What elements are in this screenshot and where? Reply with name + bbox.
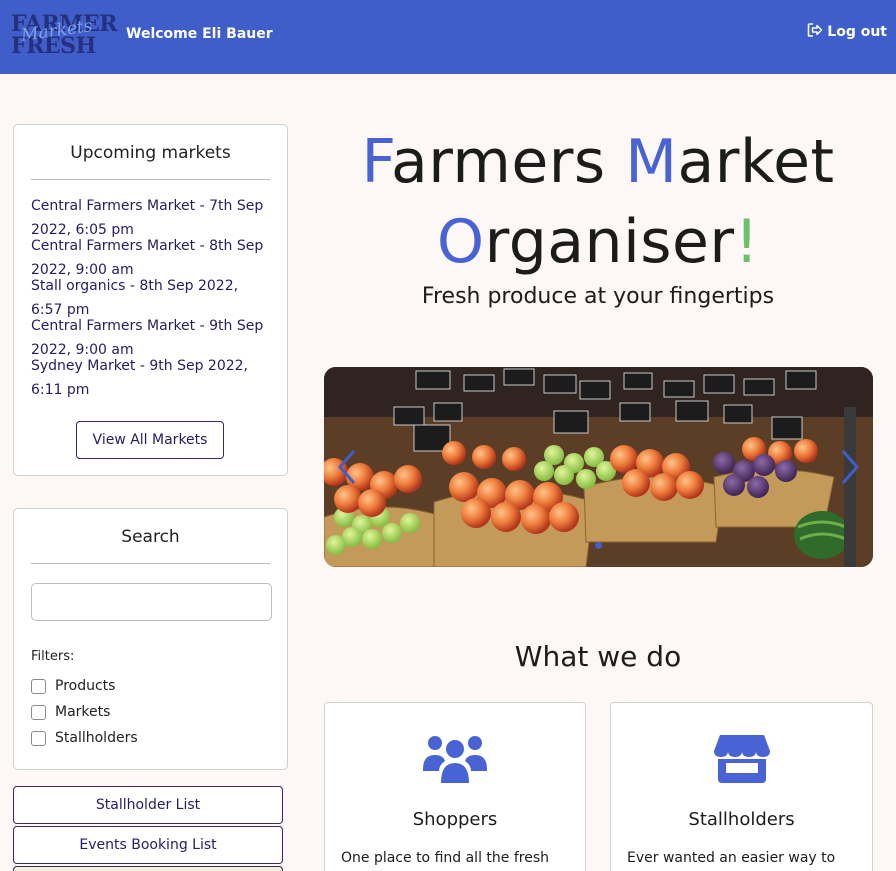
logout-button[interactable]: Log out — [807, 22, 887, 42]
top-navbar: FARMER FRESH Markets Welcome Eli Bauer L… — [0, 0, 896, 74]
search-card: Search Filters: Products Markets Stallho… — [13, 508, 288, 770]
market-link[interactable]: Sydney Market - 9th Sep 2022, 6:11 pm — [31, 354, 270, 398]
hero-text-armers: armers — [391, 127, 626, 197]
hero-text-rganiser: rganiser — [484, 207, 735, 277]
filter-checkbox[interactable] — [31, 704, 46, 720]
upcoming-markets-card: Upcoming markets Central Farmers Market … — [13, 124, 288, 476]
next-sidebar-button[interactable] — [13, 866, 283, 871]
view-all-markets-button[interactable]: View All Markets — [76, 421, 224, 459]
upcoming-markets-title: Upcoming markets — [70, 143, 231, 163]
stallholders-title: Stallholders — [688, 809, 795, 830]
logout-label: Log out — [827, 24, 887, 40]
stallholders-text: Ever wanted an easier way to — [627, 850, 836, 866]
shoppers-card: Shoppers One place to find all the fresh — [324, 702, 586, 871]
sign-out-icon — [807, 22, 823, 42]
produce-carousel[interactable] — [324, 367, 873, 567]
shoppers-title: Shoppers — [412, 809, 498, 830]
carousel-prev-button[interactable] — [332, 447, 362, 487]
farmer-markets-fresh-logo[interactable]: FARMER FRESH Markets — [11, 11, 118, 59]
hero-letter-m: M — [625, 127, 678, 197]
market-link[interactable]: Stall organics - 8th Sep 2022, 6:57 pm — [31, 274, 270, 318]
welcome-text: Welcome Eli Bauer — [126, 26, 273, 42]
filters-label: Filters: — [31, 649, 75, 664]
events-booking-list-button[interactable]: Events Booking List — [13, 826, 283, 864]
hero-exclamation: ! — [734, 207, 760, 277]
market-link[interactable]: Central Farmers Market - 9th Sep 2022, 9… — [31, 314, 270, 358]
what-we-do-title: What we do — [514, 640, 682, 673]
store-icon — [713, 733, 770, 789]
carousel-next-button[interactable] — [835, 447, 865, 487]
hero-text-arket: arket — [677, 127, 835, 197]
chevron-right-icon — [841, 450, 859, 484]
search-input[interactable] — [31, 583, 272, 621]
hero-title: Farmers Market Organiser! — [320, 122, 876, 282]
produce-market-image — [324, 367, 873, 567]
filter-stallholders[interactable]: Stallholders — [31, 730, 138, 746]
upcoming-markets-list: Central Farmers Market - 7th Sep 2022, 6… — [14, 180, 287, 398]
carousel-dot[interactable] — [595, 542, 602, 549]
filter-products[interactable]: Products — [31, 678, 115, 694]
chevron-left-icon — [338, 450, 356, 484]
filter-label: Markets — [55, 704, 111, 720]
users-icon — [423, 733, 487, 789]
stallholder-list-button[interactable]: Stallholder List — [13, 786, 283, 824]
filter-markets[interactable]: Markets — [31, 704, 110, 720]
hero-letter-f: F — [361, 127, 391, 197]
stallholders-card: Stallholders Ever wanted an easier way t… — [610, 702, 873, 871]
hero-subtitle: Fresh produce at your fingertips — [421, 284, 775, 309]
shoppers-text: One place to find all the fresh — [341, 850, 549, 866]
hero-letter-o: O — [436, 207, 485, 277]
market-link[interactable]: Central Farmers Market - 7th Sep 2022, 6… — [31, 194, 270, 238]
filter-label: Products — [55, 678, 116, 694]
divider — [31, 563, 270, 564]
filter-checkbox[interactable] — [31, 730, 46, 746]
market-link[interactable]: Central Farmers Market - 8th Sep 2022, 9… — [31, 234, 270, 278]
carousel-indicators — [324, 542, 873, 549]
filter-label: Stallholders — [55, 730, 138, 746]
filter-checkbox[interactable] — [31, 678, 46, 694]
search-title: Search — [121, 527, 180, 547]
